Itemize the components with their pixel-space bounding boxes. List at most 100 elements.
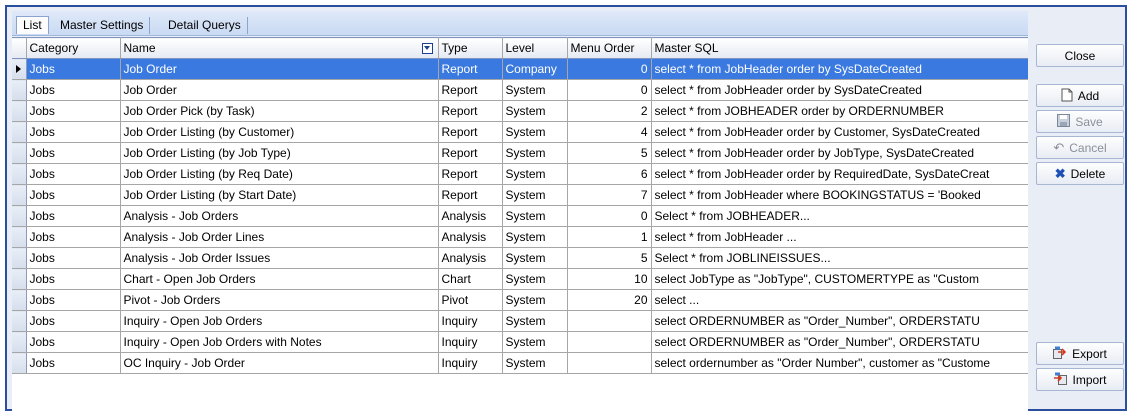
column-header-master-sql[interactable]: Master SQL [651, 37, 1028, 59]
cell-menu-order[interactable] [567, 310, 652, 332]
cell-menu-order[interactable] [567, 331, 652, 353]
cell-category[interactable]: Jobs [26, 121, 121, 143]
cell-menu-order[interactable]: 1 [567, 226, 652, 248]
cell-type[interactable]: Report [438, 142, 503, 164]
cell-sql[interactable]: select * from JobHeader where BOOKINGSTA… [651, 184, 1028, 206]
row-selector[interactable] [12, 310, 27, 332]
cell-category[interactable]: Jobs [26, 352, 121, 374]
column-header-name[interactable]: Name [120, 37, 439, 59]
row-selector[interactable] [12, 352, 27, 374]
cell-type[interactable]: Inquiry [438, 352, 503, 374]
column-header-menu-order[interactable]: Menu Order [567, 37, 652, 59]
cell-menu-order[interactable] [567, 352, 652, 374]
cell-type[interactable]: Report [438, 79, 503, 101]
cell-menu-order[interactable]: 0 [567, 79, 652, 101]
cell-name[interactable]: Chart - Open Job Orders [120, 268, 439, 290]
cell-menu-order[interactable]: 6 [567, 163, 652, 185]
cell-name[interactable]: OC Inquiry - Job Order [120, 352, 439, 374]
cell-category[interactable]: Jobs [26, 247, 121, 269]
cell-type[interactable]: Chart [438, 268, 503, 290]
cell-menu-order[interactable]: 2 [567, 100, 652, 122]
row-selector[interactable] [12, 205, 27, 227]
cell-menu-order[interactable]: 7 [567, 184, 652, 206]
cell-sql[interactable]: Select * from JOBHEADER... [651, 205, 1028, 227]
cell-name[interactable]: Pivot - Job Orders [120, 289, 439, 311]
cell-name[interactable]: Inquiry - Open Job Orders [120, 310, 439, 332]
cell-type[interactable]: Pivot [438, 289, 503, 311]
table-row[interactable]: Jobs Chart - Open Job Orders Chart System 10… [12, 268, 1028, 290]
cell-level[interactable]: System [502, 100, 568, 122]
table-row[interactable]: Jobs Analysis - Job Order Lines Analysis Sy… [12, 226, 1028, 248]
row-selector[interactable] [12, 289, 27, 311]
close-button[interactable]: Close [1036, 44, 1124, 67]
cell-category[interactable]: Jobs [26, 226, 121, 248]
table-row[interactable]: Jobs Job Order Listing (by Req Date) Repor… [12, 163, 1028, 185]
row-selector[interactable] [12, 163, 27, 185]
column-header-level[interactable]: Level [502, 37, 568, 59]
table-row[interactable]: Jobs Analysis - Job Order Issues Analysis S… [12, 247, 1028, 269]
cell-level[interactable]: System [502, 142, 568, 164]
cell-level[interactable]: System [502, 184, 568, 206]
cell-level[interactable]: System [502, 310, 568, 332]
row-selector[interactable] [12, 79, 27, 101]
cell-category[interactable]: Jobs [26, 331, 121, 353]
cell-category[interactable]: Jobs [26, 268, 121, 290]
cell-sql[interactable]: select JobType as "JobType", CUSTOMERTYP… [651, 268, 1028, 290]
cell-type[interactable]: Inquiry [438, 310, 503, 332]
cell-category[interactable]: Jobs [26, 142, 121, 164]
cell-name[interactable]: Analysis - Job Order Issues [120, 247, 439, 269]
column-header-category[interactable]: Category [26, 37, 121, 59]
row-selector[interactable] [12, 226, 27, 248]
table-row[interactable]: Jobs OC Inquiry - Job Order Inquiry System s… [12, 352, 1028, 374]
cell-menu-order[interactable]: 5 [567, 247, 652, 269]
cell-menu-order[interactable]: 20 [567, 289, 652, 311]
cell-sql[interactable]: select ... [651, 289, 1028, 311]
cell-level[interactable]: Company [502, 58, 568, 80]
cell-type[interactable]: Analysis [438, 205, 503, 227]
tab-detail-querys[interactable]: Detail Querys [162, 17, 248, 34]
cell-name[interactable]: Analysis - Job Orders [120, 205, 439, 227]
export-button[interactable]: Export [1036, 342, 1124, 365]
cell-sql[interactable]: select * from JobHeader order by Require… [651, 163, 1028, 185]
cell-menu-order[interactable]: 4 [567, 121, 652, 143]
cell-name[interactable]: Job Order Listing (by Start Date) [120, 184, 439, 206]
save-button[interactable]: Save [1036, 110, 1124, 133]
table-row[interactable]: Jobs Analysis - Job Orders Analysis System 0… [12, 205, 1028, 227]
cell-sql[interactable]: select ORDERNUMBER as "Order_Number", OR… [651, 331, 1028, 353]
cell-level[interactable]: System [502, 352, 568, 374]
import-button[interactable]: Import [1036, 368, 1124, 391]
row-selector[interactable] [12, 142, 27, 164]
cell-name[interactable]: Job Order Listing (by Req Date) [120, 163, 439, 185]
cell-category[interactable]: Jobs [26, 100, 121, 122]
cell-name[interactable]: Job Order [120, 58, 439, 80]
row-selector[interactable] [12, 100, 27, 122]
cell-type[interactable]: Report [438, 100, 503, 122]
cell-name[interactable]: Job Order Listing (by Job Type) [120, 142, 439, 164]
cell-sql[interactable]: select * from JobHeader order by Custome… [651, 121, 1028, 143]
cell-category[interactable]: Jobs [26, 205, 121, 227]
cell-menu-order[interactable]: 5 [567, 142, 652, 164]
cancel-button[interactable]: ↶ Cancel [1036, 136, 1124, 159]
cell-category[interactable]: Jobs [26, 79, 121, 101]
cell-level[interactable]: System [502, 247, 568, 269]
cell-sql[interactable]: Select * from JOBLINEISSUES... [651, 247, 1028, 269]
table-row[interactable]: Jobs Job Order Listing (by Customer) Repor… [12, 121, 1028, 143]
table-row[interactable]: Jobs Job Order Report System 0 select * from … [12, 79, 1028, 101]
cell-category[interactable]: Jobs [26, 58, 121, 80]
row-selector[interactable] [12, 184, 27, 206]
cell-sql[interactable]: select * from JobHeader order by JobType… [651, 142, 1028, 164]
cell-level[interactable]: System [502, 79, 568, 101]
cell-category[interactable]: Jobs [26, 184, 121, 206]
column-header-type[interactable]: Type [438, 37, 503, 59]
cell-type[interactable]: Report [438, 58, 503, 80]
cell-level[interactable]: System [502, 205, 568, 227]
cell-name[interactable]: Job Order [120, 79, 439, 101]
cell-sql[interactable]: select ORDERNUMBER as "Order_Number", OR… [651, 310, 1028, 332]
table-row[interactable]: Jobs Job Order Listing (by Job Type) Repor… [12, 142, 1028, 164]
table-row[interactable]: Jobs Job Order Pick (by Task) Report System… [12, 100, 1028, 122]
cell-category[interactable]: Jobs [26, 310, 121, 332]
cell-type[interactable]: Report [438, 184, 503, 206]
delete-button[interactable]: ✖ Delete [1036, 162, 1124, 185]
cell-type[interactable]: Report [438, 121, 503, 143]
row-selector[interactable] [12, 247, 27, 269]
